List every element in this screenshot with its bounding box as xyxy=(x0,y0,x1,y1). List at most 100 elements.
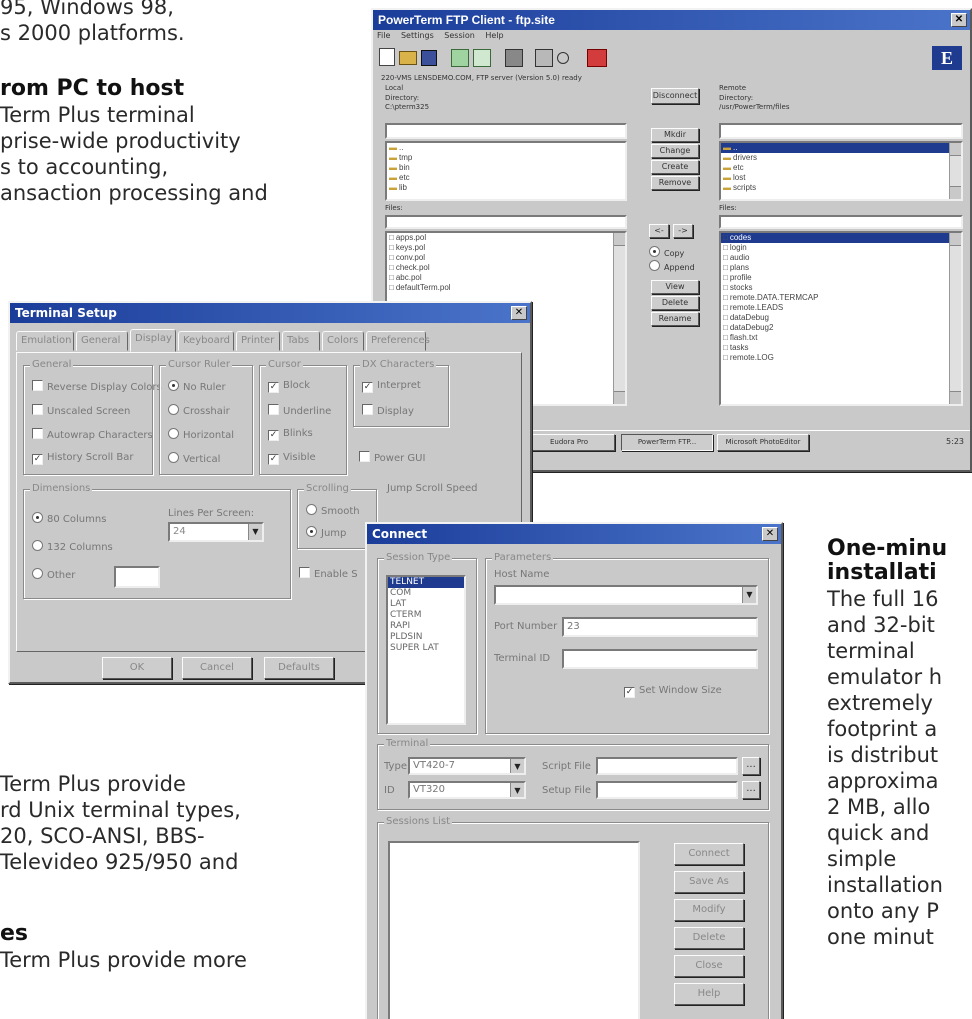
checkbox-icon[interactable] xyxy=(32,428,43,439)
checkbox-icon[interactable]: ✓ xyxy=(268,382,279,393)
remote-dir-item[interactable]: .. xyxy=(721,143,961,153)
close-button[interactable]: Close xyxy=(674,955,744,977)
sessions-list[interactable] xyxy=(388,841,640,1019)
view-button[interactable]: View xyxy=(651,280,699,294)
no-ruler-option[interactable]: No Ruler xyxy=(168,380,226,393)
mkdir-button[interactable]: Mkdir xyxy=(651,128,699,142)
checkbox-icon[interactable]: ✓ xyxy=(268,430,279,441)
terminal-id-input[interactable] xyxy=(562,649,758,669)
underline-option[interactable]: Underline xyxy=(268,404,331,417)
remote-file-item[interactable]: dataDebug2 xyxy=(721,323,961,333)
remote-file-item[interactable]: dataDebug xyxy=(721,313,961,323)
local-dir-item[interactable]: etc xyxy=(387,173,625,183)
menu-settings[interactable]: Settings xyxy=(401,31,434,40)
local-file-item[interactable]: apps.pol xyxy=(387,233,625,243)
session-type-item[interactable]: PLDSIN xyxy=(388,632,464,643)
setup-file-browse-button[interactable]: ... xyxy=(742,781,760,799)
taskbar-item[interactable]: Eudora Pro xyxy=(523,434,615,451)
local-path-input[interactable] xyxy=(385,123,627,139)
remote-file-item[interactable]: remote.DATA.TERMCAP xyxy=(721,293,961,303)
disconnect-button[interactable]: Disconnect xyxy=(651,88,699,104)
remote-file-item[interactable]: codes xyxy=(721,233,961,243)
checkbox-icon[interactable]: ✓ xyxy=(268,454,279,465)
session-type-item[interactable]: LAT xyxy=(388,599,464,610)
enable-checkbox[interactable]: Enable S xyxy=(299,567,358,580)
remote-file-item[interactable]: remote.LEADS xyxy=(721,303,961,313)
unscaled-screen-option[interactable]: Unscaled Screen xyxy=(32,404,130,417)
tab-display[interactable]: Display xyxy=(130,329,176,352)
remote-file-item[interactable]: stocks xyxy=(721,283,961,293)
session-type-list[interactable]: TELNET COM LAT CTERM RAPI PLDSIN SUPER LAT xyxy=(386,575,466,725)
radio-icon[interactable] xyxy=(32,512,43,523)
new-icon[interactable] xyxy=(379,48,395,66)
tab-emulation[interactable]: Emulation xyxy=(16,331,74,351)
refresh-icon[interactable] xyxy=(473,49,491,67)
chevron-down-icon[interactable]: ▼ xyxy=(510,783,524,797)
local-file-scrollbar[interactable] xyxy=(613,233,625,404)
remote-dir-item[interactable]: lost xyxy=(721,173,961,183)
session-type-item[interactable]: CTERM xyxy=(388,610,464,621)
autowrap-characters-option[interactable]: Autowrap Characters xyxy=(32,428,153,441)
checkbox-icon[interactable] xyxy=(32,380,43,391)
visible-option[interactable]: ✓ Visible xyxy=(268,452,316,465)
transfer-icon[interactable] xyxy=(451,49,469,67)
other-option[interactable]: Other xyxy=(32,568,75,581)
help-button[interactable]: Help xyxy=(674,983,744,1005)
save-as-button[interactable]: Save As xyxy=(674,871,744,893)
remote-dir-list[interactable]: ..driversetclostscripts xyxy=(719,141,963,201)
reverse-display-colors-option[interactable]: Reverse Display Colors xyxy=(32,380,162,393)
setup-file-input[interactable] xyxy=(596,781,738,799)
remove-button[interactable]: Remove xyxy=(651,176,699,190)
smooth-option[interactable]: Smooth xyxy=(306,504,360,517)
chevron-down-icon[interactable]: ▼ xyxy=(742,587,756,603)
block-option[interactable]: ✓ Block xyxy=(268,380,310,393)
menu-file[interactable]: File xyxy=(377,31,390,40)
radio-icon[interactable] xyxy=(168,452,179,463)
taskbar-item[interactable]: PowerTerm FTP... xyxy=(621,434,713,451)
tab-tabs[interactable]: Tabs xyxy=(282,331,320,351)
local-dir-item[interactable]: bin xyxy=(387,163,625,173)
lines-per-screen-select[interactable]: 24 ▼ xyxy=(168,522,264,542)
radio-icon[interactable] xyxy=(32,540,43,551)
remote-file-filter-input[interactable] xyxy=(719,215,963,229)
change-button[interactable]: Change xyxy=(651,144,699,158)
script-file-input[interactable] xyxy=(596,757,738,775)
local-dir-item[interactable]: tmp xyxy=(387,153,625,163)
radio-icon[interactable] xyxy=(168,428,179,439)
chevron-down-icon[interactable]: ▼ xyxy=(510,759,524,773)
checkbox-icon[interactable] xyxy=(32,404,43,415)
remote-file-item[interactable]: profile xyxy=(721,273,961,283)
local-dir-item[interactable]: lib xyxy=(387,183,625,193)
session-type-item[interactable]: RAPI xyxy=(388,621,464,632)
remote-dir-item[interactable]: scripts xyxy=(721,183,961,193)
local-file-item[interactable]: defaultTerm.pol xyxy=(387,283,625,293)
tab-colors[interactable]: Colors xyxy=(322,331,364,351)
radio-icon[interactable] xyxy=(306,504,317,515)
defaults-button[interactable]: Defaults xyxy=(264,657,334,679)
interpret-option[interactable]: ✓ Interpret xyxy=(362,380,421,393)
checkbox-icon[interactable]: ✓ xyxy=(32,454,43,465)
132-columns-option[interactable]: 132 Columns xyxy=(32,540,113,553)
checkbox-icon[interactable] xyxy=(362,404,373,415)
close-icon[interactable]: ✕ xyxy=(511,306,527,320)
jump-option[interactable]: Jump xyxy=(306,526,346,539)
radio-icon[interactable] xyxy=(32,568,43,579)
local-file-item[interactable]: keys.pol xyxy=(387,243,625,253)
remote-path-input[interactable] xyxy=(719,123,963,139)
remote-file-item[interactable]: flash.txt xyxy=(721,333,961,343)
session-type-item[interactable]: COM xyxy=(388,588,464,599)
80-columns-option[interactable]: 80 Columns xyxy=(32,512,106,525)
host-name-input[interactable]: ▼ xyxy=(494,585,758,605)
remote-file-item[interactable]: remote.LOG xyxy=(721,353,961,363)
delete-button[interactable]: Delete xyxy=(651,296,699,310)
blinks-option[interactable]: ✓ Blinks xyxy=(268,428,313,441)
display-option[interactable]: Display xyxy=(362,404,414,417)
checkbox-icon[interactable]: ✓ xyxy=(362,382,373,393)
power-gui-checkbox[interactable]: Power GUI xyxy=(359,451,425,464)
local-file-filter-input[interactable] xyxy=(385,215,627,229)
close-icon[interactable]: ✕ xyxy=(762,527,778,541)
checkbox-icon[interactable] xyxy=(268,404,279,415)
session-type-item[interactable]: SUPER LAT xyxy=(388,643,464,654)
id-select[interactable]: VT320 ▼ xyxy=(408,781,526,799)
cancel-button[interactable]: Cancel xyxy=(182,657,252,679)
